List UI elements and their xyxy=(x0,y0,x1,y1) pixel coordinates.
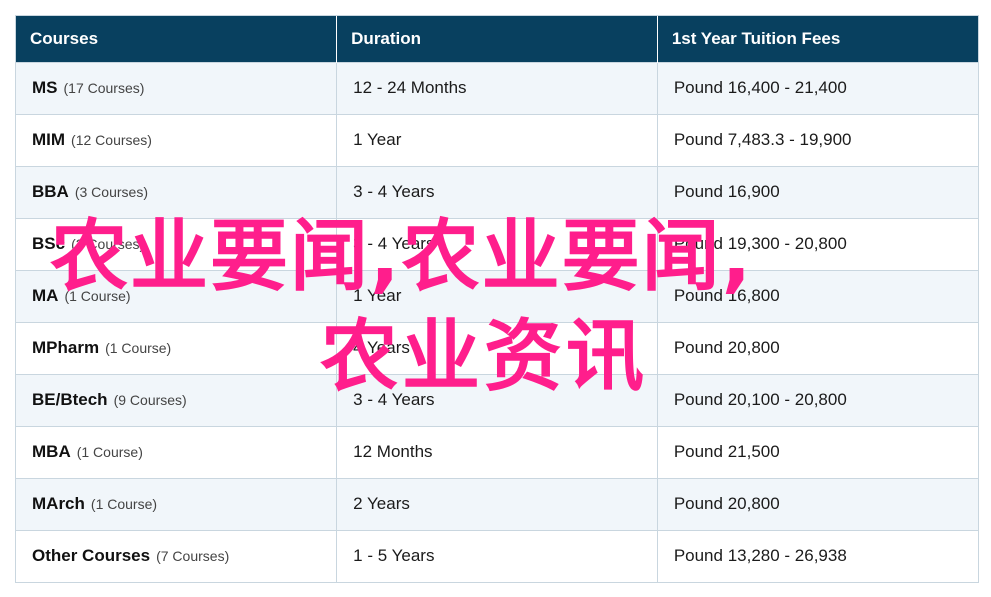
header-tuition-fees: 1st Year Tuition Fees xyxy=(657,16,978,62)
course-cell: MA (1 Course) xyxy=(16,269,338,322)
course-count: (1 Course) xyxy=(90,496,158,512)
course-count: (9 Courses) xyxy=(113,392,187,408)
course-count: (3 Courses) xyxy=(74,184,148,200)
duration-cell: 3 - 4 Years xyxy=(336,165,658,218)
table-row: Other Courses (7 Courses) 1 - 5 Years Pou… xyxy=(16,529,978,582)
table-row: MPharm (1 Course) 4 Years Pound 20,800 xyxy=(16,321,978,374)
course-name[interactable]: BSc xyxy=(32,234,65,253)
fees-cell: Pound 16,800 xyxy=(657,269,978,322)
course-cell: MArch (1 Course) xyxy=(16,477,338,530)
course-name[interactable]: Other Courses xyxy=(32,546,150,565)
course-cell: MBA (1 Course) xyxy=(16,425,338,478)
course-count: (17 Courses) xyxy=(63,80,145,96)
course-count: (12 Courses) xyxy=(71,132,152,148)
course-fees-table-container: Courses Duration 1st Year Tuition Fees M… xyxy=(15,15,979,583)
course-count: (1 Course) xyxy=(76,444,143,460)
fees-cell: Pound 16,400 - 21,400 xyxy=(657,61,978,114)
course-name[interactable]: MArch xyxy=(32,494,85,513)
duration-cell: 3 - 4 Years xyxy=(336,217,658,270)
table-row: MIM (12 Courses) 1 Year Pound 7,483.3 - 1… xyxy=(16,113,978,166)
fees-cell: Pound 20,100 - 20,800 xyxy=(657,373,978,426)
course-count: (1 Course) xyxy=(105,340,172,356)
table-header-row: Courses Duration 1st Year Tuition Fees xyxy=(16,16,978,62)
course-name[interactable]: MPharm xyxy=(32,338,99,357)
course-fees-table: Courses Duration 1st Year Tuition Fees M… xyxy=(16,16,978,582)
table-row: BE/Btech (9 Courses) 3 - 4 Years Pound 20… xyxy=(16,373,978,426)
fees-cell: Pound 7,483.3 - 19,900 xyxy=(657,113,978,166)
course-cell: BSc (2 Courses) xyxy=(16,217,338,270)
table-row: BBA (3 Courses) 3 - 4 Years Pound 16,900 xyxy=(16,165,978,218)
duration-cell: 1 - 5 Years xyxy=(336,529,658,582)
table-row: MA (1 Course) 1 Year Pound 16,800 xyxy=(16,269,978,322)
duration-cell: 12 Months xyxy=(336,425,658,478)
course-name[interactable]: MIM xyxy=(32,130,65,149)
course-cell: MPharm (1 Course) xyxy=(16,321,338,374)
fees-cell: Pound 16,900 xyxy=(657,165,978,218)
course-cell: Other Courses (7 Courses) xyxy=(16,529,338,582)
duration-cell: 1 Year xyxy=(336,269,658,322)
fees-cell: Pound 20,800 xyxy=(657,477,978,530)
course-count: (2 Courses) xyxy=(71,236,145,252)
duration-cell: 3 - 4 Years xyxy=(336,373,658,426)
table-row: MS (17 Courses) 12 - 24 Months Pound 16,4… xyxy=(16,61,978,114)
fees-cell: Pound 13,280 - 26,938 xyxy=(657,529,978,582)
duration-cell: 2 Years xyxy=(336,477,658,530)
fees-cell: Pound 21,500 xyxy=(657,425,978,478)
table-row: MBA (1 Course) 12 Months Pound 21,500 xyxy=(16,425,978,478)
course-name[interactable]: MBA xyxy=(32,442,71,461)
fees-cell: Pound 20,800 xyxy=(657,321,978,374)
duration-cell: 1 Year xyxy=(336,113,658,166)
table-row: MArch (1 Course) 2 Years Pound 20,800 xyxy=(16,477,978,530)
course-cell: BE/Btech (9 Courses) xyxy=(16,373,338,426)
course-name[interactable]: MA xyxy=(32,286,58,305)
course-cell: BBA (3 Courses) xyxy=(16,165,338,218)
course-name[interactable]: MS xyxy=(32,78,58,97)
header-courses: Courses xyxy=(16,16,338,62)
fees-cell: Pound 19,300 - 20,800 xyxy=(657,217,978,270)
course-cell: MS (17 Courses) xyxy=(16,61,338,114)
course-name[interactable]: BBA xyxy=(32,182,69,201)
course-count: (1 Course) xyxy=(64,288,131,304)
duration-cell: 12 - 24 Months xyxy=(336,61,658,114)
course-cell: MIM (12 Courses) xyxy=(16,113,338,166)
duration-cell: 4 Years xyxy=(336,321,658,374)
course-name[interactable]: BE/Btech xyxy=(32,390,108,409)
table-row: BSc (2 Courses) 3 - 4 Years Pound 19,300 … xyxy=(16,217,978,270)
header-duration: Duration xyxy=(336,16,658,62)
course-count: (7 Courses) xyxy=(156,548,230,565)
